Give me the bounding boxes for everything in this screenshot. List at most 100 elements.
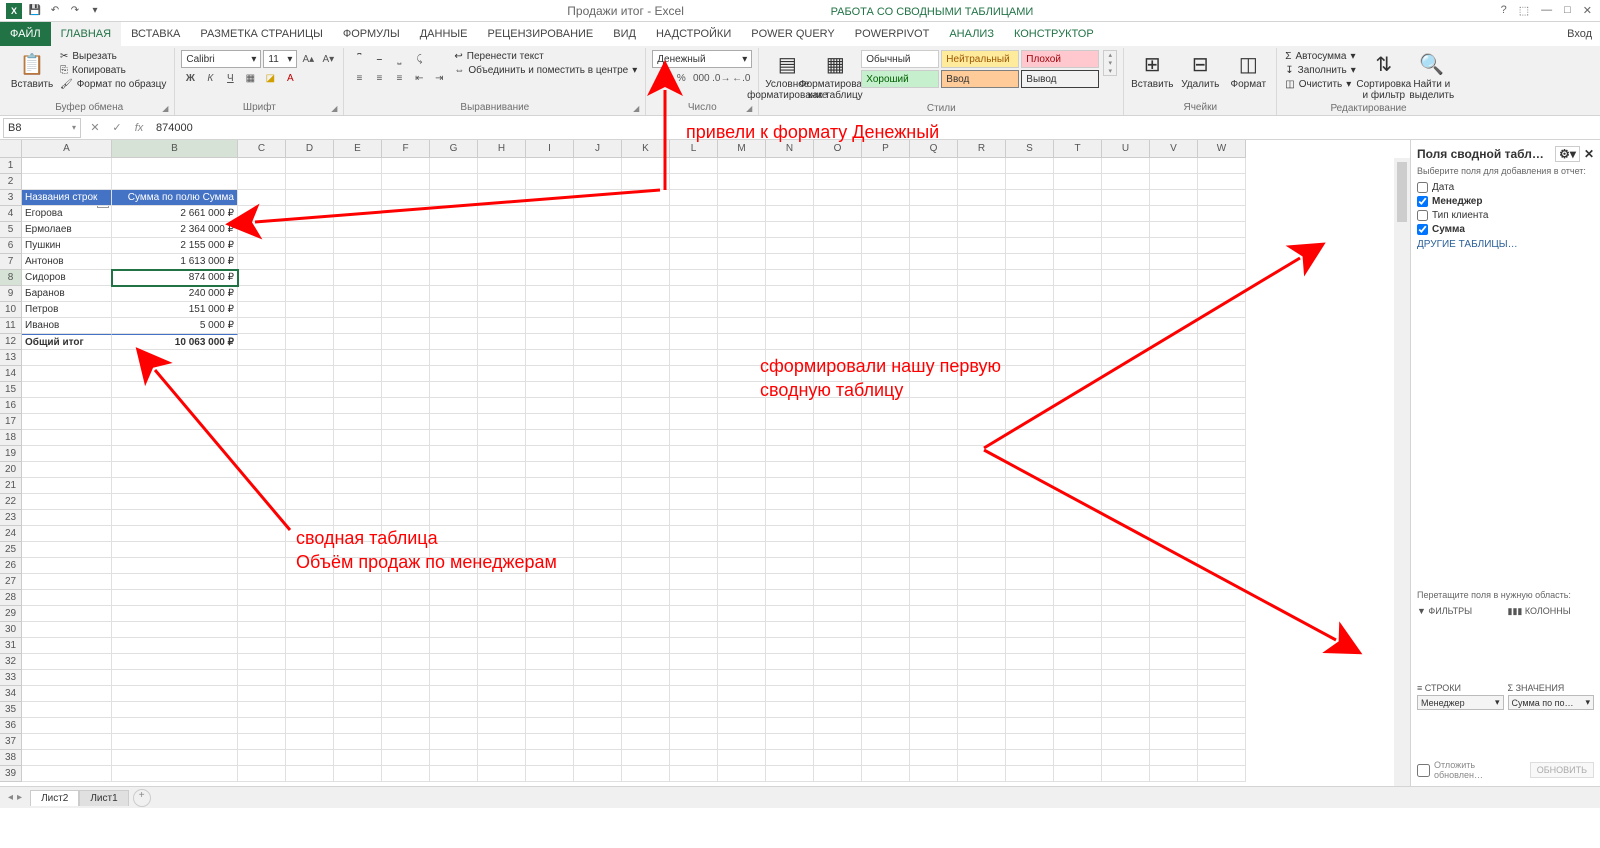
cell-M34[interactable]: [718, 686, 766, 702]
cell-Q4[interactable]: [910, 206, 958, 222]
cell-S37[interactable]: [1006, 734, 1054, 750]
help-icon[interactable]: ?: [1501, 4, 1507, 17]
cell-D31[interactable]: [286, 638, 334, 654]
cell-B12[interactable]: 10 063 000 ₽: [112, 334, 238, 350]
cell-E31[interactable]: [334, 638, 382, 654]
cell-H14[interactable]: [478, 366, 526, 382]
cell-H5[interactable]: [478, 222, 526, 238]
cell-J6[interactable]: [574, 238, 622, 254]
cell-M3[interactable]: [718, 190, 766, 206]
cell-P33[interactable]: [862, 670, 910, 686]
cell-P6[interactable]: [862, 238, 910, 254]
cell-O17[interactable]: [814, 414, 862, 430]
cell-Q8[interactable]: [910, 270, 958, 286]
cell-D20[interactable]: [286, 462, 334, 478]
cell-O10[interactable]: [814, 302, 862, 318]
cell-S35[interactable]: [1006, 702, 1054, 718]
cell-R22[interactable]: [958, 494, 1006, 510]
cell-P5[interactable]: [862, 222, 910, 238]
cell-Q33[interactable]: [910, 670, 958, 686]
cell-L32[interactable]: [670, 654, 718, 670]
cell-L19[interactable]: [670, 446, 718, 462]
cell-M7[interactable]: [718, 254, 766, 270]
cell-K15[interactable]: [622, 382, 670, 398]
cell-S39[interactable]: [1006, 766, 1054, 782]
cell-F31[interactable]: [382, 638, 430, 654]
field-item-2[interactable]: Тип клиента: [1417, 210, 1594, 221]
cell-S36[interactable]: [1006, 718, 1054, 734]
cell-A13[interactable]: [22, 350, 112, 366]
fill-color-button[interactable]: ◪: [261, 69, 279, 87]
cell-G3[interactable]: [430, 190, 478, 206]
cell-I27[interactable]: [526, 574, 574, 590]
row-header-39[interactable]: 39: [0, 766, 22, 782]
cell-P32[interactable]: [862, 654, 910, 670]
align-left-button[interactable]: ≡: [350, 69, 368, 87]
cell-F20[interactable]: [382, 462, 430, 478]
update-button[interactable]: ОБНОВИТЬ: [1530, 762, 1594, 778]
cell-C31[interactable]: [238, 638, 286, 654]
cell-M9[interactable]: [718, 286, 766, 302]
cell-O22[interactable]: [814, 494, 862, 510]
cell-F13[interactable]: [382, 350, 430, 366]
row-header-38[interactable]: 38: [0, 750, 22, 766]
field-item-3[interactable]: Сумма: [1417, 224, 1594, 235]
cell-S11[interactable]: [1006, 318, 1054, 334]
cell-A34[interactable]: [22, 686, 112, 702]
cell-B36[interactable]: [112, 718, 238, 734]
cell-H10[interactable]: [478, 302, 526, 318]
cell-F1[interactable]: [382, 158, 430, 174]
cell-C27[interactable]: [238, 574, 286, 590]
cell-V27[interactable]: [1150, 574, 1198, 590]
cell-Q15[interactable]: [910, 382, 958, 398]
cell-E9[interactable]: [334, 286, 382, 302]
cell-A27[interactable]: [22, 574, 112, 590]
cell-H16[interactable]: [478, 398, 526, 414]
cell-C15[interactable]: [238, 382, 286, 398]
cell-T29[interactable]: [1054, 606, 1102, 622]
cell-P27[interactable]: [862, 574, 910, 590]
cell-U13[interactable]: [1102, 350, 1150, 366]
cell-styles-gallery[interactable]: Обычный Нейтральный Плохой Хороший Ввод …: [861, 50, 1099, 88]
thousands-button[interactable]: 000: [692, 69, 710, 87]
cell-O5[interactable]: [814, 222, 862, 238]
enter-formula-icon[interactable]: ✓: [106, 121, 128, 134]
cell-G13[interactable]: [430, 350, 478, 366]
cell-R36[interactable]: [958, 718, 1006, 734]
cell-C12[interactable]: [238, 334, 286, 350]
tab-formulas[interactable]: ФОРМУЛЫ: [333, 22, 410, 46]
cell-O9[interactable]: [814, 286, 862, 302]
cell-G25[interactable]: [430, 542, 478, 558]
cell-E25[interactable]: [334, 542, 382, 558]
cell-Q19[interactable]: [910, 446, 958, 462]
cell-S18[interactable]: [1006, 430, 1054, 446]
cell-W39[interactable]: [1198, 766, 1246, 782]
cell-E27[interactable]: [334, 574, 382, 590]
cell-K38[interactable]: [622, 750, 670, 766]
cell-V9[interactable]: [1150, 286, 1198, 302]
qat-more-icon[interactable]: ▾: [88, 4, 102, 18]
cell-C3[interactable]: [238, 190, 286, 206]
cell-W26[interactable]: [1198, 558, 1246, 574]
cell-U36[interactable]: [1102, 718, 1150, 734]
cell-A32[interactable]: [22, 654, 112, 670]
cell-Q21[interactable]: [910, 478, 958, 494]
cell-R28[interactable]: [958, 590, 1006, 606]
cell-Q28[interactable]: [910, 590, 958, 606]
cell-C8[interactable]: [238, 270, 286, 286]
cell-M2[interactable]: [718, 174, 766, 190]
cell-E8[interactable]: [334, 270, 382, 286]
cell-S10[interactable]: [1006, 302, 1054, 318]
cell-B39[interactable]: [112, 766, 238, 782]
cell-T16[interactable]: [1054, 398, 1102, 414]
cell-C29[interactable]: [238, 606, 286, 622]
cell-Q17[interactable]: [910, 414, 958, 430]
align-right-button[interactable]: ≡: [390, 69, 408, 87]
cell-E1[interactable]: [334, 158, 382, 174]
cell-F36[interactable]: [382, 718, 430, 734]
cell-R21[interactable]: [958, 478, 1006, 494]
cell-K20[interactable]: [622, 462, 670, 478]
cell-E26[interactable]: [334, 558, 382, 574]
cell-B2[interactable]: [112, 174, 238, 190]
cell-W7[interactable]: [1198, 254, 1246, 270]
